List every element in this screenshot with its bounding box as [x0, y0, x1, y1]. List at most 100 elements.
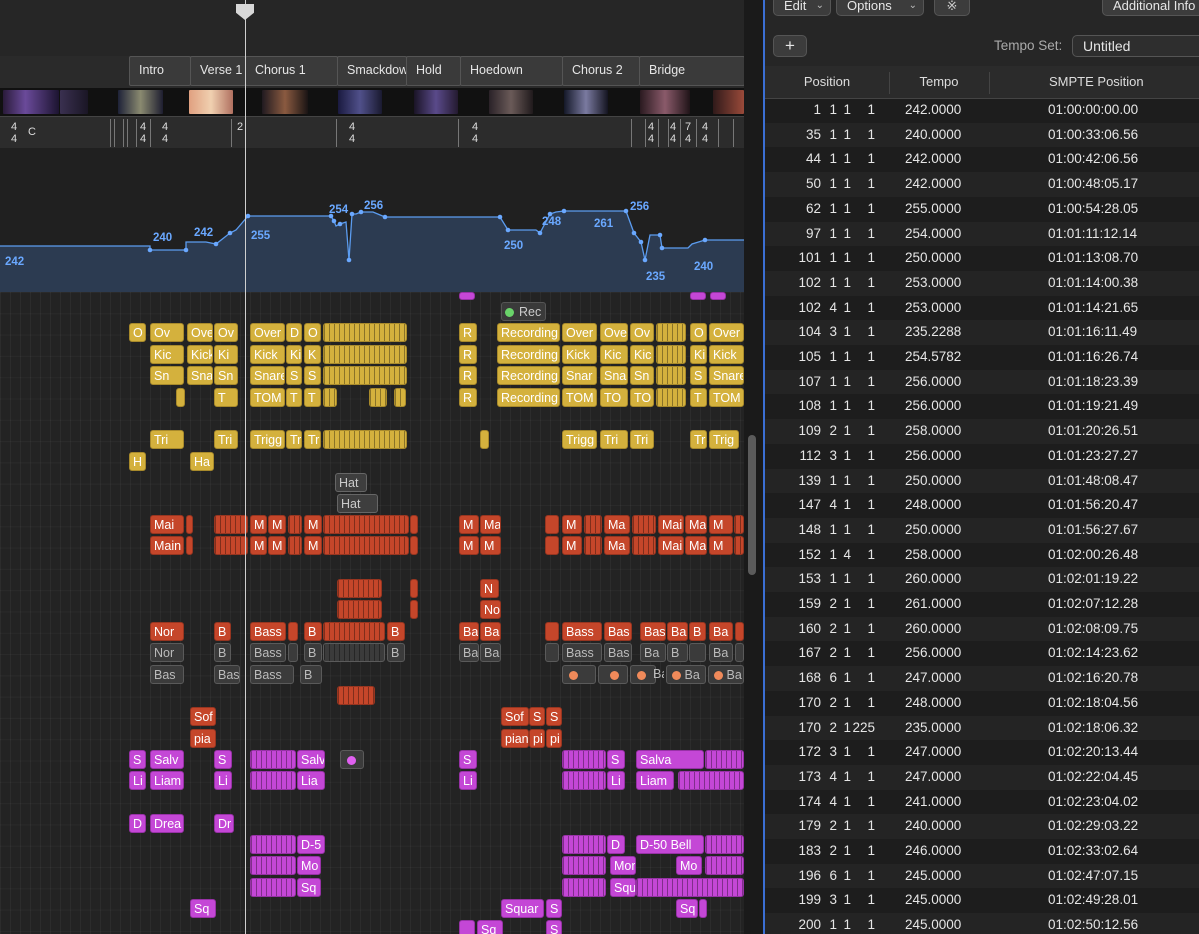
region-main[interactable]: [186, 515, 193, 534]
region-main[interactable]: M: [562, 536, 582, 555]
region-snare[interactable]: Snare: [709, 366, 744, 385]
tempo-node[interactable]: [213, 241, 219, 247]
region-d50[interactable]: D-50 Bell: [636, 835, 704, 854]
region-bass[interactable]: [288, 622, 298, 641]
region-overhead[interactable]: Ove: [600, 323, 628, 342]
region-sq[interactable]: S: [546, 920, 562, 934]
tempo-list-row[interactable]: 200 1 1 1 245.0000 01:02:50:12.56: [765, 913, 1199, 934]
column-header-tempo[interactable]: Tempo: [889, 74, 989, 89]
region-trigger[interactable]: Tr: [286, 430, 302, 449]
region-tom[interactable]: TO: [630, 388, 654, 407]
region-bass-muted[interactable]: Ba: [480, 643, 501, 662]
region-main[interactable]: [545, 515, 559, 534]
tempo-list-row[interactable]: 170 2 1 1 248.0000 01:02:18:04.56: [765, 691, 1199, 716]
region-soft[interactable]: Sof: [190, 707, 216, 726]
region-main[interactable]: [734, 515, 744, 534]
region-mo[interactable]: [705, 856, 744, 875]
region-main[interactable]: M: [562, 515, 582, 534]
marker-hoedown[interactable]: Hoedown: [460, 56, 563, 86]
region-bass[interactable]: B: [689, 622, 706, 641]
region-kick[interactable]: Recording: [497, 345, 560, 364]
region-tom[interactable]: T: [286, 388, 302, 407]
region-overhead[interactable]: Ove: [187, 323, 213, 342]
region-main[interactable]: [288, 536, 302, 555]
region-bass[interactable]: Ba: [667, 622, 688, 641]
region-main[interactable]: Ma: [685, 536, 707, 555]
region-salv[interactable]: S: [214, 750, 232, 769]
region-main[interactable]: M: [268, 515, 286, 534]
region-bass[interactable]: [735, 622, 744, 641]
region-main[interactable]: Mai: [658, 515, 684, 534]
region-sq[interactable]: Sq: [477, 920, 503, 934]
tempo-list-row[interactable]: 199 3 1 1 245.0000 01:02:49:28.01: [765, 888, 1199, 913]
region-bass-muted[interactable]: [598, 665, 628, 684]
region-bass-muted[interactable]: Bas: [150, 665, 184, 684]
region-overhead[interactable]: O: [304, 323, 321, 342]
region-salv[interactable]: Salv: [150, 750, 184, 769]
region-d50[interactable]: D-5: [297, 835, 325, 854]
region-liam[interactable]: Liam: [636, 771, 674, 790]
region-bass-muted[interactable]: [288, 643, 298, 662]
region-main[interactable]: Ma: [685, 515, 707, 534]
region-main[interactable]: M: [304, 515, 322, 534]
region-tom[interactable]: [369, 388, 387, 407]
region-kick[interactable]: Kic: [150, 345, 184, 364]
region-trigger[interactable]: Tr: [304, 430, 321, 449]
tempo-node[interactable]: [659, 245, 665, 251]
region-bass-muted[interactable]: B: [387, 643, 405, 662]
tempo-node[interactable]: [382, 214, 388, 220]
region-tom[interactable]: TOM: [709, 388, 744, 407]
region-tom[interactable]: [656, 388, 686, 407]
region-kick[interactable]: [656, 345, 686, 364]
region-kick[interactable]: Kick: [250, 345, 285, 364]
region-overhead[interactable]: [656, 323, 686, 342]
tempo-node[interactable]: [349, 211, 355, 217]
tempo-list-row[interactable]: 153 1 1 1 260.0000 01:02:01:19.22: [765, 567, 1199, 592]
scrollbar-thumb[interactable]: [748, 435, 756, 575]
region-snare[interactable]: Sn: [214, 366, 238, 385]
region-noise[interactable]: [337, 600, 382, 619]
region-trigger[interactable]: Tri: [214, 430, 238, 449]
region-piano[interactable]: pia: [190, 729, 216, 748]
region-main[interactable]: M: [459, 515, 479, 534]
region-salv[interactable]: [562, 750, 606, 769]
track-lanes[interactable]: Rec O Ov Ove Ov Over D O R Recording Ove…: [0, 292, 744, 934]
tempo-list-row[interactable]: 1 1 1 1 242.0000 01:00:00:00.00: [765, 98, 1199, 123]
tempo-node[interactable]: [623, 208, 629, 214]
tempo-node[interactable]: [702, 237, 708, 243]
region-overhead[interactable]: O: [690, 323, 707, 342]
region-sq[interactable]: Sq: [676, 899, 698, 918]
region-snare[interactable]: Sna: [600, 366, 628, 385]
region-noise[interactable]: N: [480, 579, 499, 598]
region-bass-muted[interactable]: [545, 643, 559, 662]
region-tom[interactable]: T: [304, 388, 321, 407]
region-bass-muted[interactable]: B: [214, 643, 231, 662]
region-piano[interactable]: pi: [529, 729, 545, 748]
region-trigger[interactable]: Tri: [150, 430, 184, 449]
region-hat[interactable]: Hat: [335, 473, 367, 492]
region-sq[interactable]: S: [546, 899, 562, 918]
region-d50[interactable]: [705, 835, 744, 854]
region[interactable]: [459, 292, 475, 300]
region-bass[interactable]: Bas: [640, 622, 666, 641]
region-bass-muted[interactable]: Ba: [709, 643, 733, 662]
region-sq[interactable]: [250, 878, 296, 897]
region-overhead[interactable]: Over: [562, 323, 597, 342]
region-bass-muted[interactable]: [323, 643, 385, 662]
region[interactable]: [459, 920, 475, 934]
region-main[interactable]: [323, 536, 409, 555]
region-piano[interactable]: pi: [546, 729, 562, 748]
region-bass[interactable]: Ba: [709, 622, 733, 641]
tempo-set-select[interactable]: Untitled: [1072, 35, 1199, 57]
region-liam[interactable]: Li: [607, 771, 625, 790]
region-kick[interactable]: Kick: [187, 345, 213, 364]
region-kick[interactable]: R: [459, 345, 477, 364]
region-noise[interactable]: [337, 579, 382, 598]
edit-menu-button[interactable]: Edit ⌄: [773, 0, 831, 16]
region-sq[interactable]: [699, 899, 707, 918]
region-hihat[interactable]: Ha: [190, 452, 214, 471]
tempo-list-row[interactable]: 107 1 1 1 256.0000 01:01:18:23.39: [765, 369, 1199, 395]
region-bass-muted[interactable]: Ba: [640, 643, 666, 662]
region-tom[interactable]: TO: [600, 388, 628, 407]
region-bass[interactable]: B: [304, 622, 322, 641]
